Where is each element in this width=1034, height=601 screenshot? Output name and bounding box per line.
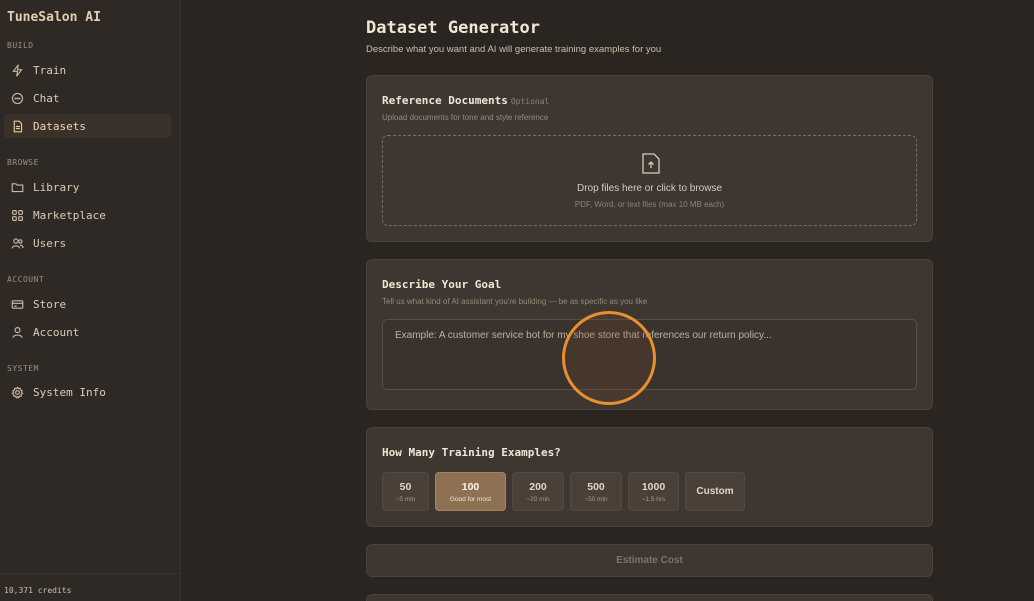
count-value: 1000 [641, 480, 666, 493]
count-duration: ~1.5 hrs [641, 495, 666, 503]
count-option-50[interactable]: 50 ~5 min [382, 472, 429, 511]
sidebar-item-label: Account [33, 325, 80, 339]
describe-goal-subtitle: Tell us what kind of AI assistant you're… [382, 297, 648, 306]
sidebar-item-library[interactable]: Library [4, 175, 171, 199]
section-label-account: ACCOUNT [7, 275, 45, 284]
training-examples-title: How Many Training Examples? [382, 446, 561, 459]
sidebar-item-label: Chat [33, 91, 60, 105]
sidebar-item-chat[interactable]: Chat [4, 86, 171, 110]
folder-icon [10, 180, 24, 194]
custom-label: Custom [696, 486, 734, 497]
sidebar-item-label: Datasets [33, 119, 86, 133]
sidebar-item-label: Train [33, 63, 67, 77]
app-title: TuneSalon AI [7, 10, 101, 25]
count-value: 200 [529, 480, 547, 493]
section-label-system: SYSTEM [7, 364, 39, 373]
count-option-200[interactable]: 200 ~20 min [512, 472, 564, 511]
file-upload-icon [642, 153, 660, 174]
chat-bubble-icon [10, 91, 24, 105]
reference-documents-title: Reference Documents Optional [382, 94, 549, 107]
divider [0, 573, 181, 574]
describe-goal-card: Describe Your Goal Tell us what kind of … [366, 259, 933, 410]
sidebar-item-datasets[interactable]: Datasets [4, 114, 171, 138]
estimate-cost-button[interactable]: Estimate Cost [366, 544, 933, 577]
sidebar-item-label: Users [33, 236, 67, 250]
card-title-text: Reference Documents [382, 94, 508, 107]
training-examples-card: How Many Training Examples? 50 ~5 min 10… [366, 427, 933, 527]
user-icon [10, 325, 24, 339]
describe-goal-title: Describe Your Goal [382, 278, 502, 291]
grid-icon [10, 208, 24, 222]
bolt-icon [10, 63, 24, 77]
section-label-build: BUILD [7, 41, 34, 50]
dropzone-label: Drop files here or click to browse [576, 183, 723, 194]
sidebar-item-users[interactable]: Users [4, 231, 171, 255]
count-duration: Good for most [449, 495, 492, 503]
section-label-browse: BROWSE [7, 158, 39, 167]
goal-textarea[interactable] [382, 319, 917, 390]
credit-card-icon [10, 297, 24, 311]
count-value: 50 [399, 480, 412, 493]
file-dropzone[interactable]: Drop files here or click to browse PDF, … [382, 135, 917, 226]
sidebar: TuneSalon AI BUILD Train Chat Datasets B… [0, 0, 181, 601]
reference-documents-subtitle: Upload documents for tone and style refe… [382, 113, 549, 122]
count-duration: ~20 min [526, 495, 550, 503]
count-option-1000[interactable]: 1000 ~1.5 hrs [628, 472, 679, 511]
credits-balance: 10,371 credits [4, 586, 72, 595]
dropzone-hint: PDF, Word, or text files (max 10 MB each… [574, 200, 725, 209]
count-option-500[interactable]: 500 ~50 min [570, 472, 622, 511]
count-duration: ~50 min [584, 495, 608, 503]
count-option-custom[interactable]: Custom [685, 472, 745, 511]
sidebar-item-label: Store [33, 297, 67, 311]
reference-documents-card: Reference Documents Optional Upload docum… [366, 75, 933, 242]
sidebar-item-account[interactable]: Account [4, 320, 171, 344]
optional-badge: Optional [510, 97, 550, 106]
example-count-options: 50 ~5 min 100 Good for most 200 ~20 min … [382, 472, 745, 511]
sidebar-item-label: Marketplace [33, 208, 106, 222]
page-subtitle: Describe what you want and AI will gener… [366, 44, 662, 55]
sidebar-item-marketplace[interactable]: Marketplace [4, 203, 171, 227]
sidebar-item-label: System Info [33, 385, 106, 399]
next-card [366, 594, 933, 601]
sidebar-item-label: Library [33, 180, 80, 194]
sidebar-item-train[interactable]: Train [4, 58, 171, 82]
count-option-100[interactable]: 100 Good for most [435, 472, 506, 511]
gear-icon [10, 385, 24, 399]
users-icon [10, 236, 24, 250]
count-value: 500 [587, 480, 605, 493]
sidebar-item-system-info[interactable]: System Info [4, 380, 171, 404]
page-title: Dataset Generator [366, 18, 540, 38]
document-icon [10, 119, 24, 133]
count-duration: ~5 min [395, 495, 416, 503]
sidebar-item-store[interactable]: Store [4, 292, 171, 316]
count-value: 100 [461, 480, 480, 493]
main-content: Dataset Generator Describe what you want… [181, 0, 1034, 601]
